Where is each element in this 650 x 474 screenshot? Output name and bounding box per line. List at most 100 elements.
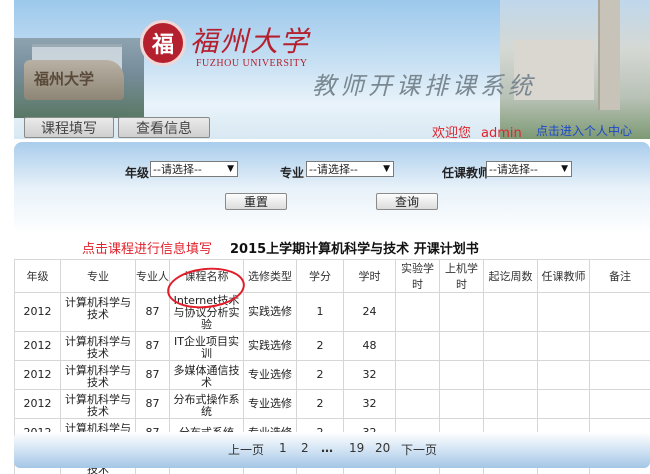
university-name-en: FUZHOU UNIVERSITY — [196, 58, 308, 69]
page-link-20[interactable]: 20 — [375, 441, 390, 455]
welcome-text: 欢迎您 — [432, 126, 472, 141]
cell-note — [589, 389, 650, 419]
cell-lab-hours — [395, 331, 440, 361]
cell-type: 实践选修 — [243, 331, 297, 361]
cell-grade: 2012 — [14, 360, 61, 390]
next-page-link[interactable]: 下一页 — [401, 441, 437, 458]
university-logo-icon: 福 — [140, 20, 186, 66]
cell-hours: 24 — [343, 292, 396, 332]
col-header-lab-hours: 实验学时 — [395, 259, 440, 293]
dropdown-arrow-icon: ▼ — [383, 164, 390, 174]
teacher-select-value: --请选择-- — [489, 163, 538, 176]
grade-select[interactable]: --请选择-- ▼ — [150, 161, 238, 177]
cell-computer-hours — [439, 331, 484, 361]
major-select[interactable]: --请选择-- ▼ — [306, 161, 394, 177]
tab-course-fill[interactable]: 课程填写 — [24, 117, 114, 138]
table-hint: 点击课程进行信息填写 — [82, 242, 213, 257]
grade-label: 年级 — [125, 166, 150, 180]
table-row[interactable]: 2012 计算机科学与技术 87 IT企业项目实训 实践选修 2 48 — [14, 331, 650, 361]
cell-students: 87 — [135, 360, 170, 390]
col-header-grade: 年级 — [14, 259, 61, 293]
col-header-type: 选修类型 — [243, 259, 297, 293]
page-root: 福州大学 福 福州大学 FUZHOU UNIVERSITY 教师开课排课系统 课… — [0, 0, 650, 474]
cell-course-link[interactable]: 分布式操作系统 — [169, 389, 244, 419]
dropdown-arrow-icon: ▼ — [561, 164, 568, 174]
cell-credit: 2 — [296, 360, 344, 390]
system-title: 教师开课排课系统 — [312, 72, 536, 100]
cell-type: 专业选修 — [243, 389, 297, 419]
cell-weeks — [483, 389, 538, 419]
col-header-credit: 学分 — [296, 259, 344, 293]
cell-course-link[interactable]: IT企业项目实训 — [169, 331, 244, 361]
stone-text: 福州大学 — [34, 70, 95, 88]
tower-image — [598, 0, 620, 110]
teacher-select[interactable]: --请选择-- ▼ — [486, 161, 572, 177]
cell-lab-hours — [395, 389, 440, 419]
cell-computer-hours — [439, 389, 484, 419]
page-ellipsis: … — [321, 441, 334, 455]
reset-button[interactable]: 重置 — [225, 193, 287, 210]
col-header-students: 专业人 — [135, 259, 170, 293]
col-header-hours: 学时 — [343, 259, 396, 293]
prev-page-link[interactable]: 上一页 — [228, 441, 264, 458]
cell-credit: 2 — [296, 331, 344, 361]
cell-computer-hours — [439, 360, 484, 390]
col-header-weeks: 起讫周数 — [483, 259, 538, 293]
cell-weeks — [483, 331, 538, 361]
cell-grade: 2012 — [14, 389, 61, 419]
cell-teacher — [537, 331, 590, 361]
col-header-course: 课程名称 — [169, 259, 244, 293]
cell-note — [589, 360, 650, 390]
stone-monument: 福州大学 — [24, 60, 124, 100]
table-title: 2015上学期计算机科学与技术 开课计划书 — [230, 242, 479, 257]
col-header-computer-hours: 上机学时 — [439, 259, 484, 293]
filter-panel — [14, 142, 650, 234]
page-link-1[interactable]: 1 — [279, 441, 287, 455]
university-name: 福州大学 — [190, 25, 311, 58]
cell-hours: 32 — [343, 389, 396, 419]
cell-major: 计算机科学与技术 — [60, 360, 136, 390]
cell-major: 计算机科学与技术 — [60, 292, 136, 332]
cell-lab-hours — [395, 360, 440, 390]
dropdown-arrow-icon: ▼ — [227, 164, 234, 174]
cell-major: 计算机科学与技术 — [60, 331, 136, 361]
personal-center-link[interactable]: 点击进入个人中心 — [536, 122, 632, 139]
cell-credit: 2 — [296, 389, 344, 419]
col-header-note: 备注 — [589, 259, 650, 293]
major-label: 专业 — [280, 166, 305, 180]
cell-weeks — [483, 360, 538, 390]
welcome-message: 欢迎您 admin — [432, 122, 522, 141]
teacher-label: 任课教师 — [442, 166, 491, 180]
cell-students: 87 — [135, 389, 170, 419]
cell-credit: 1 — [296, 292, 344, 332]
cell-note — [589, 292, 650, 332]
query-button[interactable]: 查询 — [376, 193, 438, 210]
cell-grade: 2012 — [14, 331, 61, 361]
page-link-19[interactable]: 19 — [349, 441, 364, 455]
grade-select-value: --请选择-- — [153, 163, 202, 176]
cell-type: 专业选修 — [243, 360, 297, 390]
cell-course-link[interactable]: Internet技术与协议分析实验 — [169, 292, 244, 332]
cell-computer-hours — [439, 292, 484, 332]
cell-course-link[interactable]: 多媒体通信技术 — [169, 360, 244, 390]
table-row[interactable]: 2012 计算机科学与技术 87 Internet技术与协议分析实验 实践选修 … — [14, 292, 650, 332]
cell-lab-hours — [395, 292, 440, 332]
table-row[interactable]: 2012 计算机科学与技术 87 分布式操作系统 专业选修 2 32 — [14, 389, 650, 419]
tab-view-info[interactable]: 查看信息 — [118, 117, 210, 138]
cell-students: 87 — [135, 292, 170, 332]
col-header-major: 专业 — [60, 259, 136, 293]
cell-teacher — [537, 360, 590, 390]
cell-weeks — [483, 292, 538, 332]
user-name: admin — [481, 126, 522, 141]
table-row[interactable]: 2012 计算机科学与技术 87 多媒体通信技术 专业选修 2 32 — [14, 360, 650, 390]
table-header-row: 年级 专业 专业人 课程名称 选修类型 学分 学时 实验学时 上机学时 起讫周数… — [14, 259, 650, 293]
cell-major: 计算机科学与技术 — [60, 389, 136, 419]
cell-teacher — [537, 292, 590, 332]
cell-type: 实践选修 — [243, 292, 297, 332]
cell-hours: 48 — [343, 331, 396, 361]
cell-students: 87 — [135, 331, 170, 361]
page-link-2[interactable]: 2 — [301, 441, 309, 455]
major-select-value: --请选择-- — [309, 163, 358, 176]
cell-hours: 32 — [343, 360, 396, 390]
col-header-teacher: 任课教师 — [537, 259, 590, 293]
